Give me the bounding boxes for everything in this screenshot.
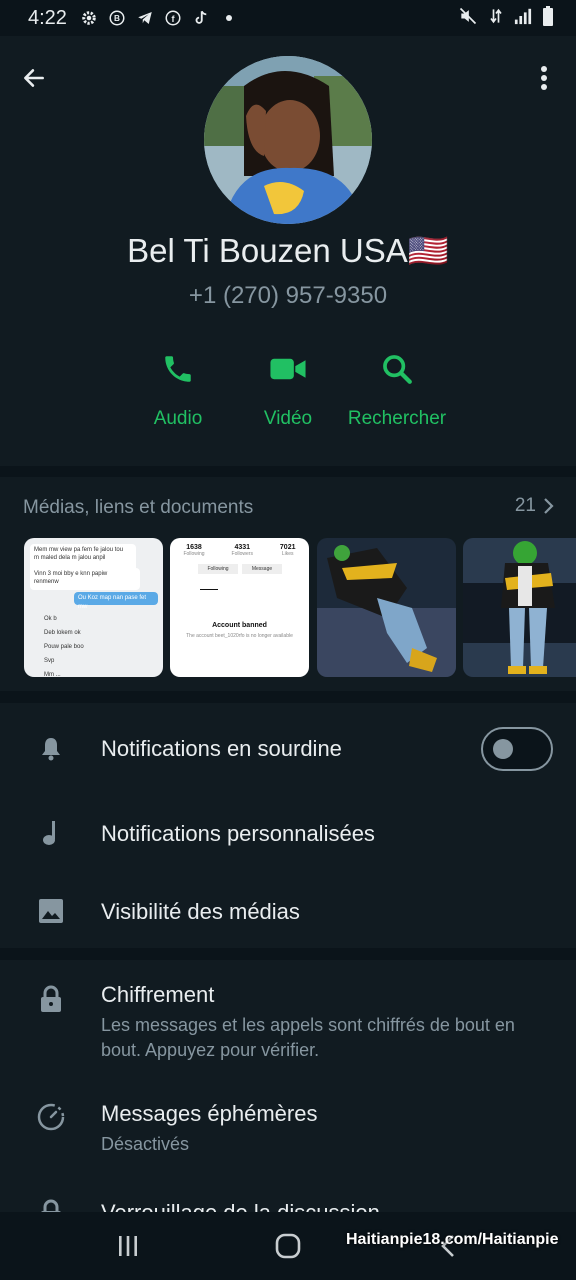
home-button[interactable] [258,1226,318,1266]
signal-icon [514,7,532,29]
chat-line: Mm ... [44,672,61,677]
chevron-right-icon [544,498,554,514]
chat-line: Pouw pale boo [44,644,84,650]
media-thumb-chat[interactable]: Mem mw view pa fem fe jalou tou m maled … [24,538,163,677]
media-thumb-profile[interactable]: 1638 Following 4331 Followers 7021 Likes Fo… [170,538,309,677]
stat-label: Following [183,551,205,557]
search-button[interactable]: Rechercher [332,344,462,430]
mute-notifications-row[interactable]: Notifications en sourdine [0,703,576,795]
recents-icon [119,1236,137,1256]
visibility-label: Visibilité des médias [101,899,300,924]
image-icon [36,896,66,926]
tiktok-icon [191,8,211,28]
contact-header: Bel Ti Bouzen USA🇺🇸 +1 (270) 957-9350 Au… [0,36,576,466]
privacy-settings: Chiffrement Les messages et les appels s… [0,960,576,1212]
media-count: 21 [514,495,536,516]
svg-text:f: f [171,14,175,24]
chat-line: Ou Koz map nan pase fet mw [74,592,158,610]
chat-line: renmenw [34,579,59,585]
encryption-sub: Les messages et les appels sont chiffrés… [101,1015,515,1060]
svg-text:B: B [114,14,120,23]
music-note-icon [36,818,66,848]
stat-label: Followers [231,551,253,557]
media-count-button[interactable]: 21 [515,495,554,517]
chat-line: Vinn 3 moi bby e knn papiw [34,571,108,577]
ephemeral-sub: Désactivés [101,1134,190,1154]
home-icon [275,1233,301,1259]
stat-num: 1638 [186,544,202,551]
thumb-banned-text: The account beet_1020rfo is no longer av… [186,633,293,639]
contact-name: Bel Ti Bouzen USA🇺🇸 [127,232,449,269]
encryption-row[interactable]: Chiffrement Les messages et les appels s… [0,960,576,1080]
arrow-left-icon [24,69,44,87]
more-vertical-icon [541,66,547,90]
contact-phone: +1 (270) 957-9350 [188,282,388,309]
search-label: Rechercher [347,408,447,429]
chat-line: Mem mw view pa fem fe jalou tou [34,547,124,553]
media-title[interactable]: Médias, liens et documents [23,497,253,519]
mute-icon [458,6,478,30]
mute-label: Notifications en sourdine [101,736,342,761]
chat-lock-row[interactable]: Verrouillage de la discussion [0,1170,576,1212]
thumb-banned-title: Account banned [212,622,267,629]
chat-line: m maled dela m jalou anpil [34,555,106,561]
status-bar: 4:22 B f [0,0,576,36]
avatar[interactable] [204,56,372,224]
video-icon [270,358,306,380]
stat-num: 4331 [234,544,251,551]
stat-num: 7021 [279,544,296,551]
notification-settings: Notifications en sourdine Notifications … [0,703,576,948]
back-button[interactable] [14,58,54,98]
stat-label: Likes [281,551,294,557]
media-thumb-photo-1[interactable] [317,538,456,677]
bell-icon [36,734,66,764]
search-icon [383,355,412,384]
mute-toggle[interactable] [481,727,553,771]
media-thumb-photo-2[interactable] [463,538,576,677]
encryption-label: Chiffrement [101,982,215,1007]
custom-label: Notifications personnalisées [101,821,375,846]
chat-line: Svp [44,658,55,664]
thumb-message-btn: Message [242,564,282,574]
battery-icon [542,6,554,30]
settings-icon [79,8,99,28]
watermark-text: Haitianpie18.com/Haitianpie [346,1231,559,1248]
more-options-button[interactable] [526,58,562,98]
dot-icon [219,8,239,28]
phone-icon [165,356,191,382]
status-time: 4:22 [28,6,67,29]
chat-line: Deb lokem ok [44,630,81,636]
ephemeral-label: Messages éphémères [101,1101,318,1126]
media-visibility-row[interactable]: Visibilité des médias [0,875,576,948]
chat-line: Ok b [44,616,57,622]
lock-icon [36,984,66,1014]
media-section: Médias, liens et documents 21 Mem mw vie… [0,477,576,691]
recents-button[interactable] [98,1226,158,1266]
chat-lock-label: Verrouillage de la discussion [101,1200,380,1212]
data-icon [488,6,504,30]
thumb-following-btn: Following [198,564,238,574]
ephemeral-messages-row[interactable]: Messages éphémères Désactivés [0,1080,576,1170]
telegram-icon [135,8,155,28]
facebook-icon: f [163,8,183,28]
b-icon: B [107,8,127,28]
chat-lock-icon [36,1198,66,1212]
timer-icon [36,1102,66,1132]
custom-notifications-row[interactable]: Notifications personnalisées [0,795,576,875]
